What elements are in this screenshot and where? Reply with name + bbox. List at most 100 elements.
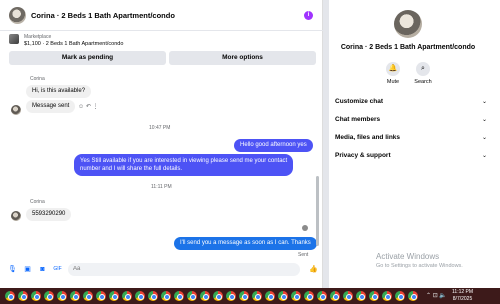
chrome-icon[interactable]	[5, 291, 15, 301]
activate-windows-title: Activate Windows	[376, 252, 440, 261]
avatar	[11, 105, 21, 115]
image-icon[interactable]: ▣	[23, 265, 32, 274]
react-icon[interactable]: ☺	[78, 104, 84, 110]
chrome-icon[interactable]	[96, 291, 106, 301]
row-label: Media, files and links	[335, 134, 401, 141]
sent-status: Sent	[298, 252, 309, 258]
message-line: Yes Still available if you are intereste…	[80, 158, 288, 164]
sticker-icon[interactable]: ◙	[38, 265, 47, 274]
search-button[interactable]: ⌕ Search	[408, 62, 438, 85]
volume-icon[interactable]: 🔈	[439, 293, 446, 299]
gif-icon[interactable]: GIF	[53, 265, 62, 274]
chrome-icon[interactable]	[317, 291, 327, 301]
reply-icon[interactable]: ↶	[86, 104, 91, 110]
timestamp: 10:47 PM	[149, 125, 171, 131]
system-tray[interactable]: ⌃ ⊡ 🔈	[426, 292, 447, 299]
chrome-icon[interactable]	[226, 291, 236, 301]
marketplace-label: Marketplace	[24, 34, 52, 40]
listing-title: $1,100 · 2 Beds 1 Bath Apartment/condo	[24, 41, 124, 47]
chrome-icon[interactable]	[278, 291, 288, 301]
chat-title[interactable]: Corina · 2 Beds 1 Bath Apartment/condo	[31, 11, 175, 20]
mute-label: Mute	[386, 79, 400, 85]
mark-as-pending-button[interactable]: Mark as pending	[9, 51, 166, 65]
chevron-down-icon: ⌄	[481, 99, 487, 105]
row-label: Chat members	[335, 116, 381, 123]
chrome-icon[interactable]	[252, 291, 262, 301]
chrome-icon[interactable]	[343, 291, 353, 301]
avatar[interactable]	[394, 10, 422, 38]
like-icon[interactable]: 👍	[309, 265, 318, 274]
chrome-icon[interactable]	[70, 291, 80, 301]
chrome-icon[interactable]	[135, 291, 145, 301]
outgoing-message: I'll send you a message as soon as I can…	[174, 237, 317, 250]
chrome-icon[interactable]	[31, 291, 41, 301]
chrome-icon[interactable]	[369, 291, 379, 301]
composer: 🎙 ▣ ◙ GIF 👍	[0, 260, 323, 280]
more-options-button[interactable]: More options	[169, 51, 316, 65]
chrome-icon[interactable]	[174, 291, 184, 301]
row-label: Privacy & support	[335, 152, 391, 159]
chrome-icon[interactable]	[408, 291, 418, 301]
scrollbar[interactable]	[316, 176, 319, 246]
message-input[interactable]	[68, 263, 300, 276]
chrome-icon[interactable]	[200, 291, 210, 301]
chrome-icon[interactable]	[44, 291, 54, 301]
bell-icon: 🔔	[386, 62, 400, 76]
incoming-message: 5593290290	[26, 208, 72, 221]
customize-chat-row[interactable]: Customize chat ⌄	[335, 98, 487, 108]
chrome-icon[interactable]	[213, 291, 223, 301]
chevron-down-icon: ⌄	[481, 117, 487, 123]
incoming-message: Hi, is this available?	[26, 85, 92, 98]
chrome-icon[interactable]	[187, 291, 197, 301]
chat-panel: Corina · 2 Beds 1 Bath Apartment/condo i…	[0, 0, 323, 288]
message-list: Corina Hi, is this available? Message se…	[0, 68, 323, 258]
chrome-icon[interactable]	[382, 291, 392, 301]
microphone-icon[interactable]: 🎙	[8, 265, 17, 274]
chat-header: Corina · 2 Beds 1 Bath Apartment/condo i	[0, 0, 323, 31]
chrome-icon[interactable]	[304, 291, 314, 301]
clock[interactable]: 11:12 PM 8/7/2025	[452, 289, 473, 303]
chat-members-row[interactable]: Chat members ⌄	[335, 116, 487, 126]
chrome-icon[interactable]	[57, 291, 67, 301]
incoming-message: Message sent	[26, 100, 76, 113]
chevron-up-icon[interactable]: ⌃	[426, 293, 431, 299]
chevron-down-icon: ⌄	[481, 135, 487, 141]
chrome-icon[interactable]	[395, 291, 405, 301]
chrome-icon[interactable]	[291, 291, 301, 301]
activate-windows-subtitle: Go to Settings to activate Windows.	[376, 263, 463, 269]
chrome-icon[interactable]	[161, 291, 171, 301]
seen-avatar	[302, 225, 308, 231]
chrome-icon[interactable]	[109, 291, 119, 301]
mute-button[interactable]: 🔔 Mute	[378, 62, 408, 85]
taskbar: ⌃ ⊡ 🔈 11:12 PM 8/7/2025	[0, 288, 500, 304]
avatar[interactable]	[9, 7, 26, 24]
privacy-support-row[interactable]: Privacy & support ⌄	[335, 152, 487, 162]
media-files-links-row[interactable]: Media, files and links ⌄	[335, 134, 487, 144]
chrome-icon[interactable]	[330, 291, 340, 301]
search-label: Search	[414, 79, 432, 85]
chrome-icon[interactable]	[83, 291, 93, 301]
chrome-icon[interactable]	[18, 291, 28, 301]
message-line: number and I will share the full details…	[80, 166, 183, 172]
conversation-details-panel: Corina · 2 Beds 1 Bath Apartment/condo 🔔…	[329, 0, 500, 288]
listing-thumbnail	[9, 34, 19, 44]
chrome-icon[interactable]	[356, 291, 366, 301]
sender-name: Corina	[30, 199, 45, 205]
conversation-title: Corina · 2 Beds 1 Bath Apartment/condo	[340, 44, 476, 51]
chevron-down-icon: ⌄	[481, 153, 487, 159]
network-icon[interactable]: ⊡	[433, 293, 438, 299]
chrome-icon[interactable]	[239, 291, 249, 301]
chrome-icon[interactable]	[148, 291, 158, 301]
more-icon[interactable]: ⋮	[93, 104, 99, 110]
outgoing-message: Yes Still available if you are intereste…	[74, 154, 294, 176]
clock-date: 8/7/2025	[452, 296, 473, 302]
chrome-icon[interactable]	[122, 291, 132, 301]
timestamp: 11:11 PM	[151, 184, 172, 190]
info-icon[interactable]: i	[304, 11, 313, 20]
row-label: Customize chat	[335, 98, 384, 105]
marketplace-listing[interactable]: Marketplace $1,100 · 2 Beds 1 Bath Apart…	[0, 31, 323, 51]
chrome-icon[interactable]	[265, 291, 275, 301]
avatar	[11, 211, 21, 221]
outgoing-message: Hello good afternoon yes	[234, 139, 313, 152]
message-actions[interactable]: ☺ ↶ ⋮	[78, 103, 99, 110]
